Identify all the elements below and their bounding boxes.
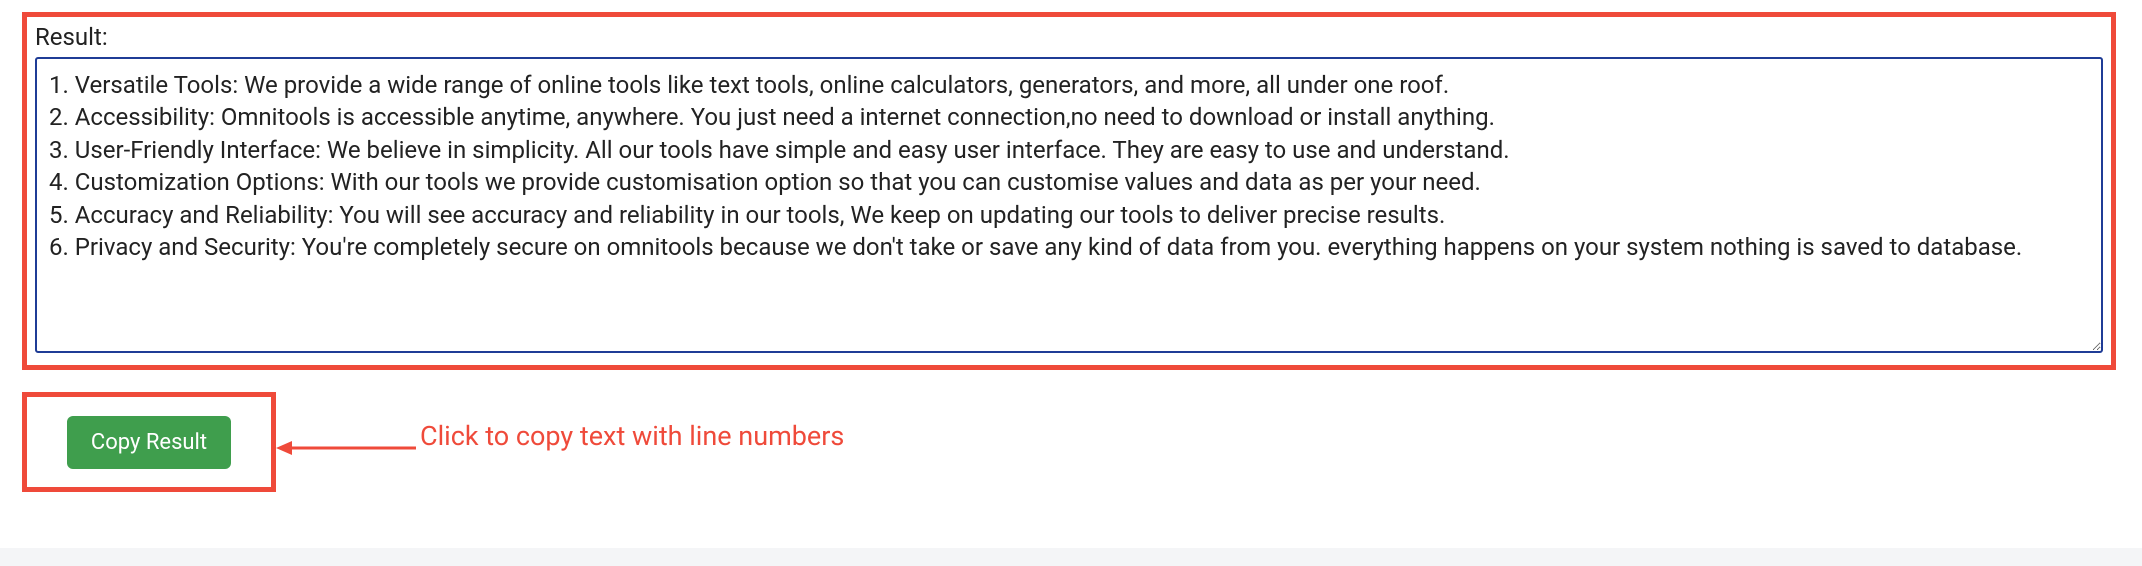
annotation-arrow [276, 436, 416, 460]
result-section-highlight: Result: [22, 12, 2116, 370]
result-label: Result: [35, 23, 2103, 51]
footer-strip [0, 548, 2142, 566]
copy-button-highlight: Copy Result [22, 392, 276, 492]
annotation-text: Click to copy text with line numbers [420, 420, 844, 452]
result-textarea[interactable] [35, 57, 2103, 353]
copy-result-button[interactable]: Copy Result [67, 416, 231, 469]
arrow-left-icon [276, 436, 416, 460]
